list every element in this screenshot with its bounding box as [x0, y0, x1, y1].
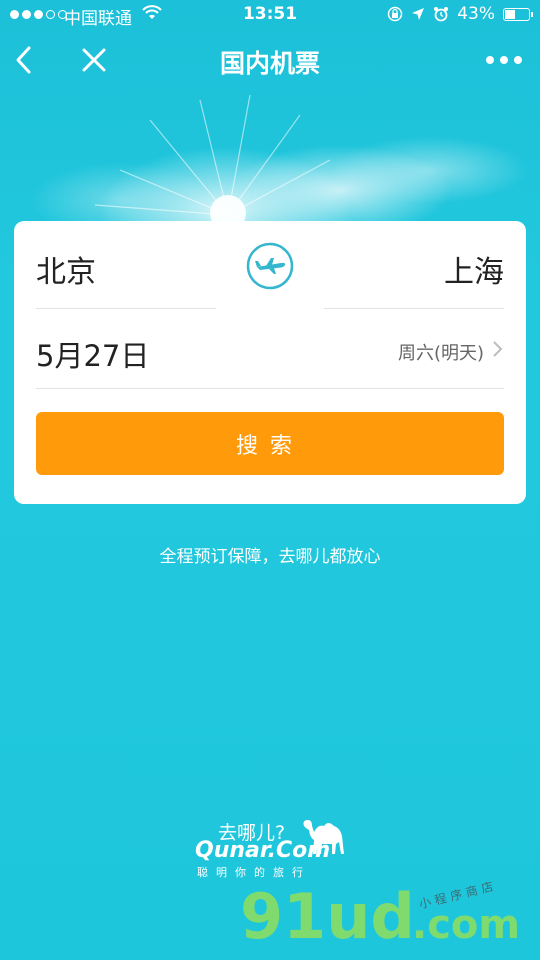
status-bar: 中国联通 13:51 43%: [0, 0, 540, 30]
flight-search-card: 北京 上海 5月27日 周六(明天) 搜索: [14, 221, 526, 504]
arrival-underline: [324, 308, 504, 309]
departure-date[interactable]: 5月27日: [36, 333, 149, 375]
battery-icon: [503, 7, 533, 21]
weekday-label[interactable]: 周六(明天): [398, 339, 484, 365]
plane-swap-icon[interactable]: [244, 240, 296, 292]
brand-tagline: 聪明你的旅行: [197, 866, 311, 879]
lock-rotation-icon: [387, 6, 403, 22]
more-dots-icon[interactable]: [486, 56, 522, 64]
departure-underline: [36, 308, 216, 309]
chevron-right-icon[interactable]: [492, 339, 504, 359]
date-underline: [36, 388, 504, 389]
search-button[interactable]: 搜索: [36, 412, 504, 475]
close-icon[interactable]: [80, 46, 108, 74]
slogan-text: 全程预订保障，去哪儿都放心: [159, 547, 381, 567]
battery-percent: 43%: [457, 4, 495, 24]
location-icon: [412, 8, 425, 20]
site-watermark: 91ud .com 小程序商店: [240, 879, 540, 960]
navigation-bar: 国内机票: [0, 30, 540, 90]
arrival-city[interactable]: 上海: [444, 247, 504, 291]
departure-city[interactable]: 北京: [36, 247, 96, 291]
watermark-main: 91ud: [240, 880, 415, 953]
camel-icon: [303, 820, 344, 854]
qunar-logo: 去哪儿? Qunar.Com 聪明你的旅行: [190, 812, 360, 882]
alarm-icon: [434, 7, 449, 22]
back-chevron-icon[interactable]: [12, 44, 36, 76]
